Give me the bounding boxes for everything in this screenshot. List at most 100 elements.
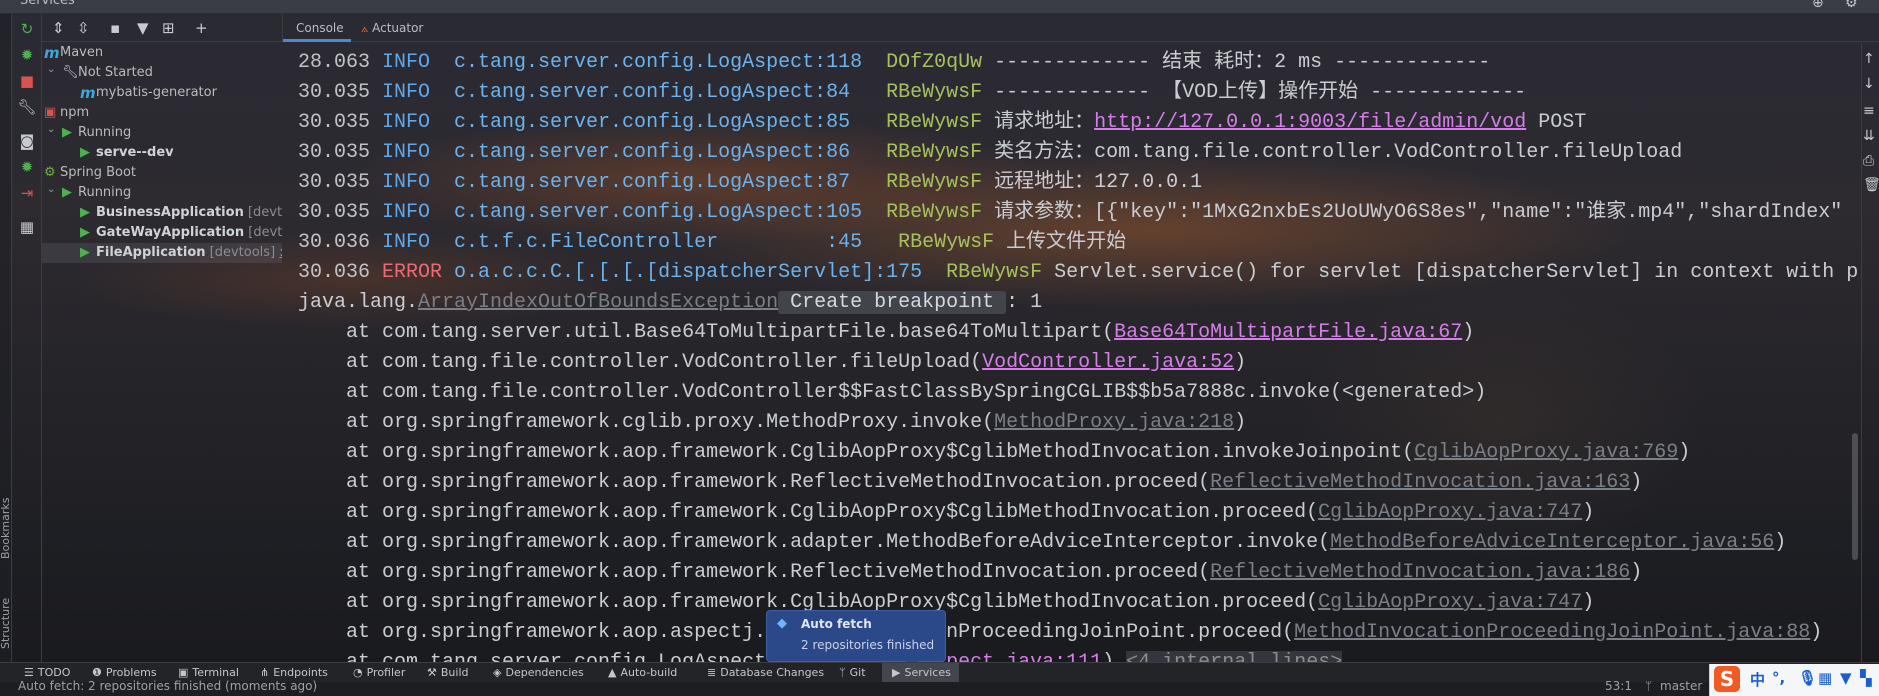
tree-item[interactable]: ▶ GateWayApplication [devtools] xyxy=(42,223,282,243)
library-source-link[interactable]: ReflectiveMethodInvocation.java:186 xyxy=(1210,561,1630,584)
keyboard-icon[interactable]: ▦ xyxy=(1818,669,1832,687)
tool-window-build[interactable]: ⚒ Build xyxy=(427,663,469,683)
notification-title: Auto fetch xyxy=(801,617,872,631)
log-text: ) xyxy=(1630,561,1643,584)
tree-item[interactable]: ⌄ ▶ Running xyxy=(42,183,282,203)
source-link[interactable]: Base64ToMultipartFile.java:67 xyxy=(1114,321,1462,344)
collapse-all-icon[interactable]: ⇳ xyxy=(77,19,90,37)
wrench-icon[interactable]: 🔧︎ xyxy=(16,98,38,116)
caret-position[interactable]: 53:1 xyxy=(1605,679,1632,693)
library-source-link[interactable]: ReflectiveMethodInvocation.java:163 xyxy=(1210,471,1630,494)
soft-wrap-icon[interactable]: ≡ xyxy=(1863,103,1875,119)
login-icon[interactable]: ⇥ xyxy=(16,184,38,202)
bookmarks-tab[interactable]: Bookmarks xyxy=(0,498,12,559)
tree-item-name: BusinessApplication xyxy=(96,205,244,220)
group-by-icon[interactable]: ▪ xyxy=(110,19,120,37)
tab-console[interactable]: Console xyxy=(283,14,351,42)
logger-name: c.tang.server.config.LogAspect:118 xyxy=(454,51,887,74)
log-text: at org.springframework.aop.framework.Cgl… xyxy=(298,441,1415,464)
tree-item[interactable]: ⚙ Spring Boot xyxy=(42,163,282,183)
print-icon[interactable]: ⎙ xyxy=(1863,153,1874,169)
tool-window-profiler[interactable]: ◔ Profiler xyxy=(353,663,405,683)
chevron-down-icon[interactable]: ⌄ xyxy=(47,180,55,200)
status-message[interactable]: Auto fetch: 2 repositories finished (mom… xyxy=(18,679,317,693)
scroll-to-end-icon[interactable]: ⇊ xyxy=(1863,128,1875,144)
tool-window-label: Dependencies xyxy=(505,666,584,679)
tree-item-name: serve--dev xyxy=(96,145,174,160)
create-breakpoint-tooltip[interactable]: Create breakpoint xyxy=(778,291,1007,314)
tree-item[interactable]: ⌄ 🔧︎ Not Started xyxy=(42,63,282,83)
console-line: 30.035 INFO c.tang.server.config.LogAspe… xyxy=(298,78,1858,108)
log-timestamp: 30.035 xyxy=(298,81,383,104)
library-source-link[interactable]: CglibAopProxy.java:747 xyxy=(1318,591,1582,614)
url-link[interactable]: http://127.0.0.1:9003/file/admin/vod xyxy=(1094,111,1526,134)
git-branch[interactable]: master xyxy=(1660,679,1702,693)
expand-all-icon[interactable]: ⇕ xyxy=(52,19,65,37)
tool-window-services[interactable]: ▶ Services xyxy=(882,663,959,683)
tree-item-name: Running xyxy=(78,125,132,140)
log-text: Servlet.service() for servlet [dispatche… xyxy=(1042,261,1859,284)
crosshair-icon[interactable]: ⊕ xyxy=(1812,0,1824,11)
exception-class-link[interactable]: ArrayIndexOutOfBoundsException xyxy=(418,291,778,314)
rerun-icon[interactable]: ↻ xyxy=(16,20,38,38)
gear-icon[interactable]: ⚙ xyxy=(1845,0,1858,11)
folded-lines[interactable]: <4 internal lines> xyxy=(1126,651,1343,662)
console-scrollbar[interactable] xyxy=(1852,433,1858,560)
library-source-link[interactable]: MethodInvocationProceedingJoinPoint.java… xyxy=(1294,621,1810,644)
stop-icon[interactable]: ■ xyxy=(16,72,38,90)
tool-window-database-changes[interactable]: ≣ Database Changes xyxy=(707,663,824,683)
skin-icon[interactable]: ▼ xyxy=(1840,669,1852,687)
tool-window-label: Endpoints xyxy=(273,666,328,679)
tree-item[interactable]: ⌄ ▶ Running xyxy=(42,123,282,143)
toolbox-icon[interactable]: ▚ xyxy=(1860,669,1872,687)
trash-icon[interactable]: 🗑︎ xyxy=(1863,177,1879,193)
library-source-link[interactable]: CglibAopProxy.java:769 xyxy=(1414,441,1678,464)
git-icon: ◆ xyxy=(777,616,787,631)
tool-window-git[interactable]: ᛘ Git xyxy=(839,663,866,683)
ime-lang[interactable]: 中 xyxy=(1750,669,1765,690)
services-icon: ▶ xyxy=(892,666,901,679)
tree-item[interactable]: ▶ serve--dev xyxy=(42,143,282,163)
tree-item[interactable]: ▶ BusinessApplication [devtools] xyxy=(42,203,282,223)
tree-item[interactable]: ▶ FileApplication [devtools] :9003/ xyxy=(42,243,282,263)
maven-icon: m xyxy=(80,84,96,102)
microphone-icon[interactable]: 🎙︎ xyxy=(1798,669,1817,687)
scroll-up-icon[interactable]: ↑ xyxy=(1863,51,1875,67)
console-output[interactable]: 28.063 INFO c.tang.server.config.LogAspe… xyxy=(283,43,1861,662)
tool-window-dependencies[interactable]: ◈ Dependencies xyxy=(493,663,584,683)
console-line: at com.tang.file.controller.VodControlle… xyxy=(298,348,1858,378)
log-text: ) xyxy=(1678,441,1691,464)
tree-item-name: mybatis-generator xyxy=(96,85,217,100)
scroll-down-icon[interactable]: ↓ xyxy=(1863,76,1875,92)
tree-item[interactable]: m mybatis-generator xyxy=(42,83,282,103)
console-right-toolbar: ↑ ↓ ≡ ⇊ ⎙ 🗑︎ xyxy=(1861,43,1879,662)
library-source-link[interactable]: MethodProxy.java:218 xyxy=(994,411,1234,434)
tree-item-label: serve--dev xyxy=(96,143,174,163)
chevron-down-icon[interactable]: ⌄ xyxy=(47,60,55,80)
structure-tab[interactable]: Structure xyxy=(0,598,12,649)
tool-window-auto-build[interactable]: ▲ Auto-build xyxy=(608,663,677,683)
tab-actuator[interactable]: ⟑ Actuator xyxy=(361,14,441,42)
camera-icon[interactable]: ◙ xyxy=(16,132,38,150)
console-line: 30.036 INFO c.t.f.c.FileController :45 R… xyxy=(298,228,1858,258)
sogou-logo[interactable]: S xyxy=(1714,666,1740,692)
log-level: INFO xyxy=(382,141,455,164)
tree-item[interactable]: m Maven xyxy=(42,43,282,63)
console-line: at com.tang.server.config.LogAspect.doAr… xyxy=(298,648,1858,662)
port-link[interactable]: :9003/ xyxy=(279,245,282,260)
new-tab-icon[interactable]: ⊞ xyxy=(162,19,175,37)
source-link[interactable]: VodController.java:52 xyxy=(982,351,1234,374)
library-source-link[interactable]: MethodBeforeAdviceInterceptor.java:56 xyxy=(1330,531,1774,554)
tree-item[interactable]: ▣ npm xyxy=(42,103,282,123)
layout-icon[interactable]: ▦ xyxy=(16,218,38,236)
ime-punct[interactable]: °, xyxy=(1772,669,1785,687)
attach-debugger-icon[interactable]: ✹ xyxy=(16,158,38,176)
filter-icon[interactable]: ▼ xyxy=(137,19,149,37)
debug-icon[interactable]: ✹ xyxy=(16,46,38,64)
tree-item-label: Running xyxy=(78,123,131,143)
chevron-down-icon[interactable]: ⌄ xyxy=(47,120,55,140)
trace-id: RBeWywsF xyxy=(886,141,983,164)
auto-fetch-notification[interactable]: ◆ Auto fetch 2 repositories finished xyxy=(766,610,946,670)
library-source-link[interactable]: CglibAopProxy.java:747 xyxy=(1318,501,1582,524)
add-service-icon[interactable]: + xyxy=(195,19,208,37)
